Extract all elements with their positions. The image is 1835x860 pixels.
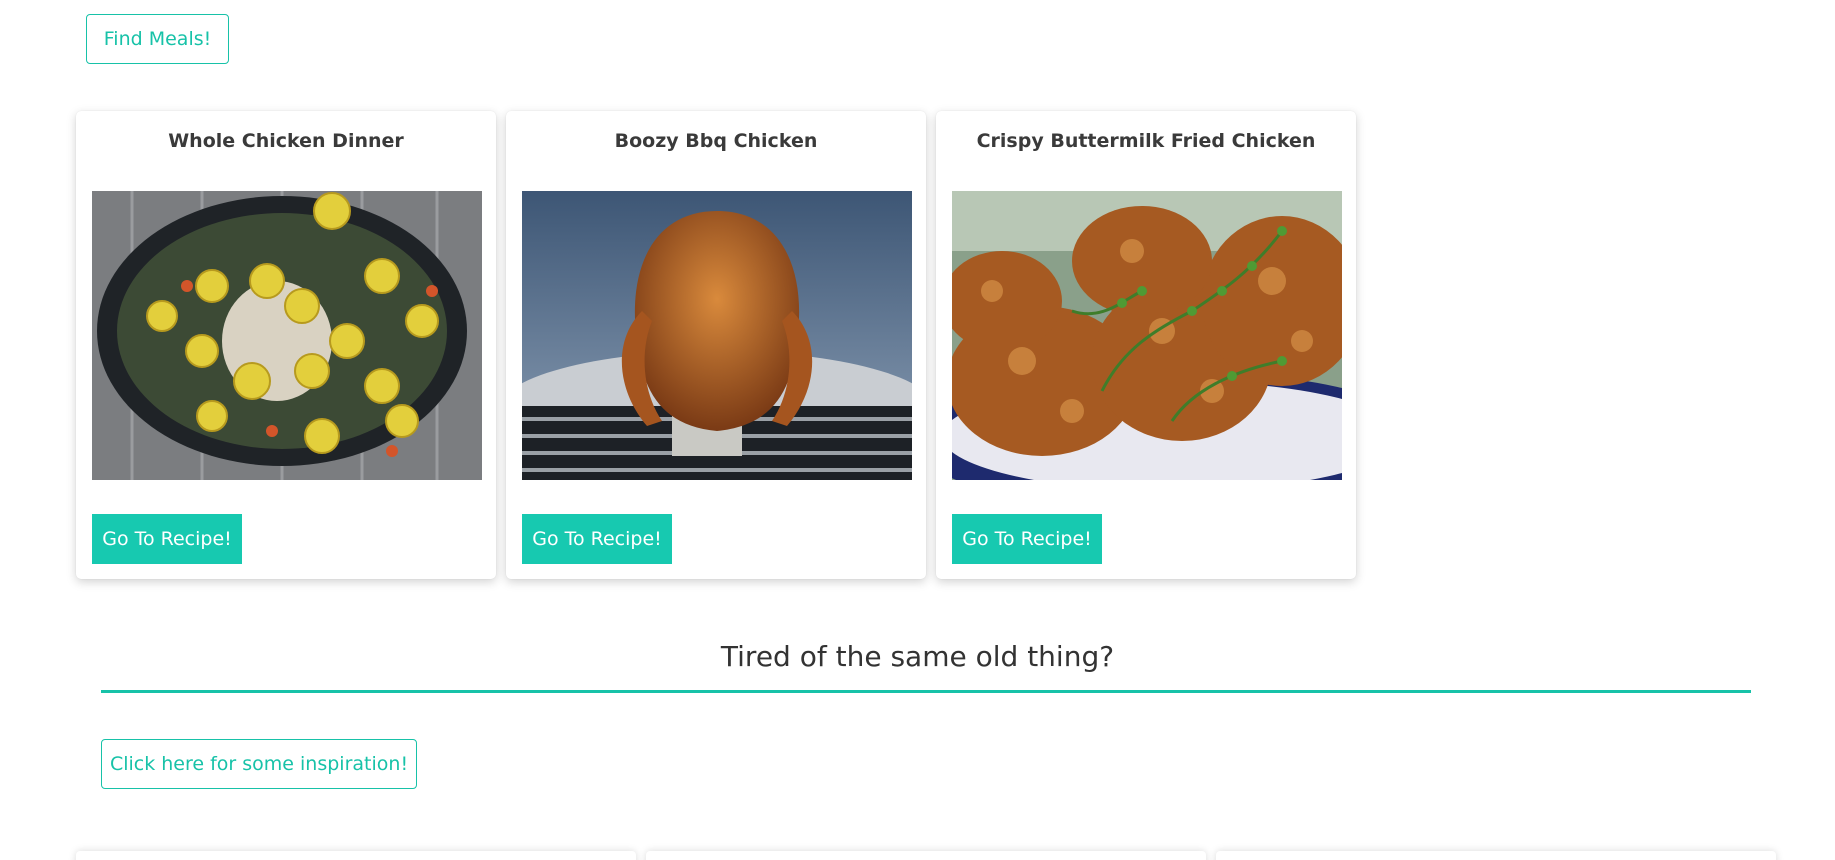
go-to-recipe-button[interactable]: Go To Recipe!: [952, 514, 1102, 564]
find-meals-button[interactable]: Find Meals!: [86, 14, 229, 64]
meal-card: Boozy Bbq Chicken Go To Recipe!: [506, 111, 926, 579]
meal-image: [92, 191, 482, 480]
inspiration-heading: Tired of the same old thing?: [720, 640, 1115, 673]
page: Find Meals! Whole Chicken Dinner Go To R…: [0, 0, 1835, 860]
inspiration-card: [646, 851, 1206, 860]
go-to-recipe-button[interactable]: Go To Recipe!: [522, 514, 672, 564]
go-to-recipe-button[interactable]: Go To Recipe!: [92, 514, 242, 564]
inspiration-button[interactable]: Click here for some inspiration!: [101, 739, 417, 789]
inspiration-card: [1216, 851, 1776, 860]
meal-card: Crispy Buttermilk Fried Chicken Go To Re…: [936, 111, 1356, 579]
meal-title: Crispy Buttermilk Fried Chicken: [976, 130, 1316, 152]
meal-card: Whole Chicken Dinner Go To Recipe!: [76, 111, 496, 579]
inspiration-card: [76, 851, 636, 860]
meal-title: Boozy Bbq Chicken: [614, 130, 818, 152]
fried-chicken-image: [952, 191, 1342, 480]
bbq-chicken-image: [522, 191, 912, 480]
section-divider: [101, 690, 1751, 693]
whole-chicken-image: [92, 191, 482, 480]
meal-image: [522, 191, 912, 480]
meal-image: [952, 191, 1342, 480]
meal-title: Whole Chicken Dinner: [168, 130, 404, 152]
